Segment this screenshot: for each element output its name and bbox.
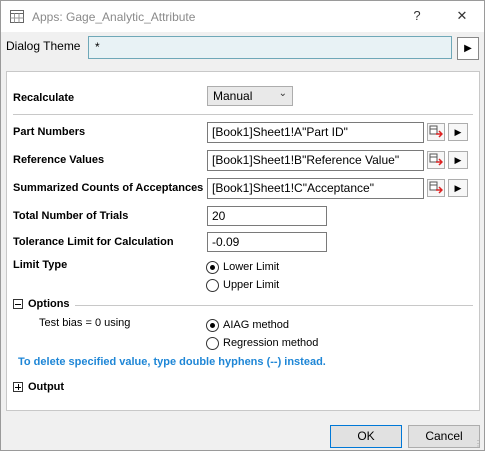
recalculate-value: Manual — [213, 89, 253, 103]
summarized-counts-arrow-button[interactable]: ▶ — [448, 179, 468, 197]
range-select-icon — [429, 181, 443, 194]
cancel-button[interactable]: Cancel — [408, 425, 480, 448]
options-section-label[interactable]: Options — [28, 298, 70, 310]
tolerance-limit-input[interactable]: -0.09 — [207, 232, 327, 252]
dialog-window: Apps: Gage_Analytic_Attribute ? ✕ Dialog… — [0, 0, 485, 451]
radio-aiag-method[interactable]: AIAG method — [206, 317, 289, 333]
options-collapse-icon[interactable] — [13, 299, 23, 309]
recalculate-select[interactable]: Manual ⌄ — [207, 86, 293, 106]
resize-grip-icon[interactable]: ⋮ — [474, 439, 482, 448]
part-numbers-input[interactable]: [Book1]Sheet1!A"Part ID" — [207, 122, 424, 143]
summarized-counts-label: Summarized Counts of Acceptances — [13, 182, 204, 194]
close-button[interactable]: ✕ — [451, 5, 473, 27]
dialog-theme-label: Dialog Theme — [6, 39, 81, 53]
radio-unchecked-icon — [206, 336, 219, 350]
radio-upper-limit[interactable]: Upper Limit — [206, 277, 279, 293]
part-numbers-range-button[interactable] — [427, 123, 445, 141]
limit-type-label: Limit Type — [13, 259, 68, 271]
output-expand-icon[interactable] — [13, 382, 23, 392]
title-bar: Apps: Gage_Analytic_Attribute ? ✕ — [1, 1, 484, 32]
help-button[interactable]: ? — [406, 5, 428, 27]
summarized-counts-input[interactable]: [Book1]Sheet1!C"Acceptance" — [207, 178, 424, 199]
settings-panel: Recalculate Manual ⌄ Part Numbers [Book1… — [6, 71, 480, 411]
total-trials-label: Total Number of Trials — [13, 210, 129, 222]
radio-regression-method-label: Regression method — [223, 337, 319, 349]
options-separator — [75, 305, 473, 306]
chevron-down-icon: ⌄ — [278, 88, 287, 99]
range-select-icon — [429, 125, 443, 138]
app-icon — [10, 10, 24, 23]
radio-lower-limit[interactable]: Lower Limit — [206, 259, 279, 275]
dialog-theme-input[interactable]: * — [88, 36, 452, 59]
part-numbers-label: Part Numbers — [13, 126, 86, 138]
ok-button[interactable]: OK — [330, 425, 402, 448]
reference-values-label: Reference Values — [13, 154, 105, 166]
delete-hint-text: To delete specified value, type double h… — [18, 356, 326, 368]
radio-checked-icon — [206, 260, 219, 274]
output-section-label[interactable]: Output — [28, 381, 64, 393]
window-title: Apps: Gage_Analytic_Attribute — [32, 10, 196, 24]
radio-regression-method[interactable]: Regression method — [206, 335, 318, 351]
radio-checked-icon — [206, 318, 219, 332]
reference-values-input[interactable]: [Book1]Sheet1!B"Reference Value" — [207, 150, 424, 171]
radio-upper-limit-label: Upper Limit — [223, 279, 280, 291]
recalculate-label: Recalculate — [13, 92, 75, 104]
dialog-theme-arrow-button[interactable]: ▶ — [457, 37, 479, 60]
reference-values-arrow-button[interactable]: ▶ — [448, 151, 468, 169]
total-trials-input[interactable]: 20 — [207, 206, 327, 226]
range-select-icon — [429, 153, 443, 166]
play-arrow-icon: ▶ — [464, 43, 472, 54]
radio-unchecked-icon — [206, 278, 219, 292]
tolerance-limit-label: Tolerance Limit for Calculation — [13, 236, 174, 248]
part-numbers-arrow-button[interactable]: ▶ — [448, 123, 468, 141]
radio-aiag-method-label: AIAG method — [223, 319, 290, 331]
test-bias-label: Test bias = 0 using — [39, 317, 131, 329]
reference-values-range-button[interactable] — [427, 151, 445, 169]
separator — [13, 114, 473, 115]
radio-lower-limit-label: Lower Limit — [223, 261, 280, 273]
summarized-counts-range-button[interactable] — [427, 179, 445, 197]
